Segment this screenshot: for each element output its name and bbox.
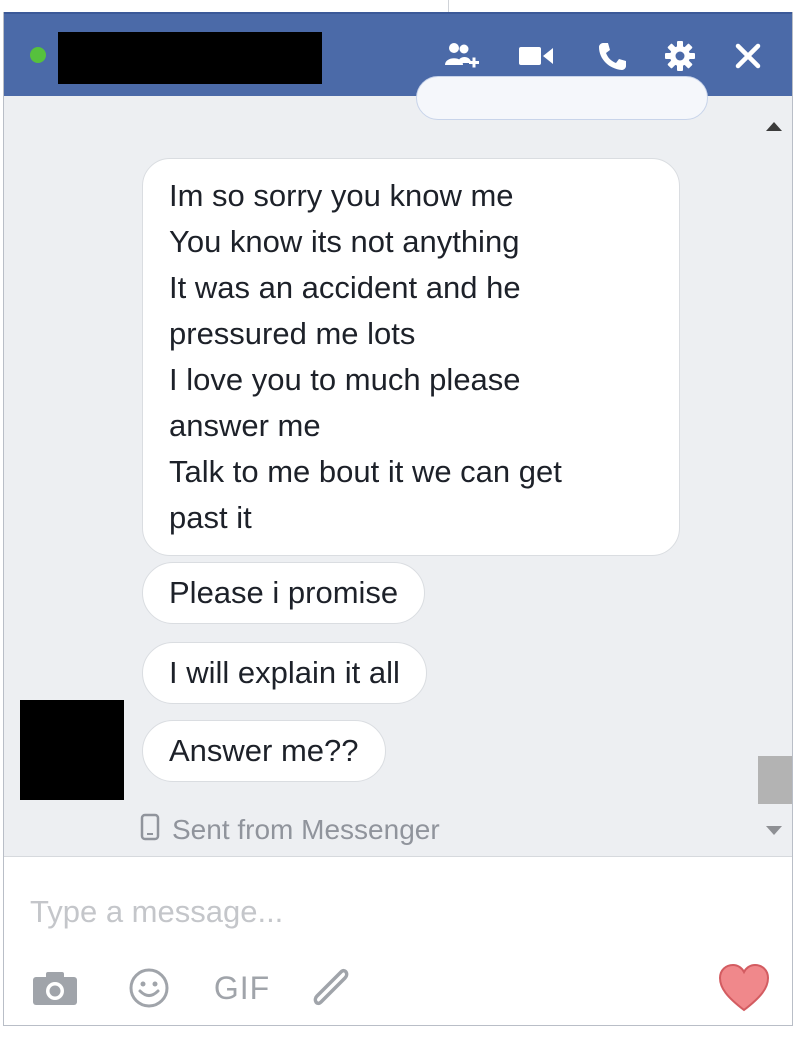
settings-gear-icon[interactable]	[662, 38, 698, 74]
mobile-phone-icon	[140, 813, 160, 848]
message-input[interactable]	[28, 889, 732, 935]
message-line: I love you to much please	[169, 362, 521, 397]
message-line: Im so sorry you know me	[169, 178, 514, 213]
scrollbar[interactable]	[756, 96, 792, 856]
message-text: I will explain it all	[169, 655, 400, 690]
message-line: answer me	[169, 408, 321, 443]
heart-icon[interactable]	[716, 963, 772, 1012]
online-status-dot	[30, 47, 46, 63]
message-text: Answer me??	[169, 733, 359, 768]
message-line: Talk to me bout it we can get	[169, 454, 562, 489]
scroll-up-arrow-icon[interactable]	[766, 122, 782, 131]
sent-from-label: Sent from Messenger	[172, 814, 440, 845]
contact-name-redacted	[58, 32, 322, 84]
scrollbar-thumb[interactable]	[758, 756, 792, 804]
previous-message-bubble	[416, 76, 708, 120]
attachment-icon[interactable]	[302, 965, 358, 1011]
video-call-icon[interactable]	[518, 38, 554, 74]
avatar[interactable]	[20, 700, 124, 800]
message-bubble-3[interactable]: I will explain it all	[142, 642, 427, 704]
message-line: You know its not anything	[169, 224, 520, 259]
message-bubble-4[interactable]: Answer me??	[142, 720, 386, 782]
phone-call-icon[interactable]	[594, 38, 630, 74]
background-window-edge	[448, 0, 799, 12]
close-icon[interactable]	[730, 38, 766, 74]
scroll-down-arrow-icon[interactable]	[766, 826, 782, 835]
sent-from-indicator: Sent from Messenger	[140, 812, 440, 848]
message-composer: GIF	[4, 856, 792, 1025]
add-people-icon[interactable]	[444, 38, 480, 74]
message-bubble-1[interactable]: Im so sorry you know me You know its not…	[142, 158, 680, 556]
chat-window: Im so sorry you know me You know its not…	[3, 12, 793, 1026]
gif-icon[interactable]: GIF	[212, 965, 272, 1011]
camera-icon[interactable]	[30, 965, 80, 1011]
message-text: Please i promise	[169, 575, 399, 610]
message-bubble-2[interactable]: Please i promise	[142, 562, 426, 624]
message-line: It was an accident and he	[169, 270, 521, 305]
emoji-icon[interactable]	[124, 965, 174, 1011]
message-list[interactable]: Im so sorry you know me You know its not…	[4, 76, 756, 856]
message-line: past it	[169, 500, 252, 535]
message-line: pressured me lots	[169, 316, 416, 351]
